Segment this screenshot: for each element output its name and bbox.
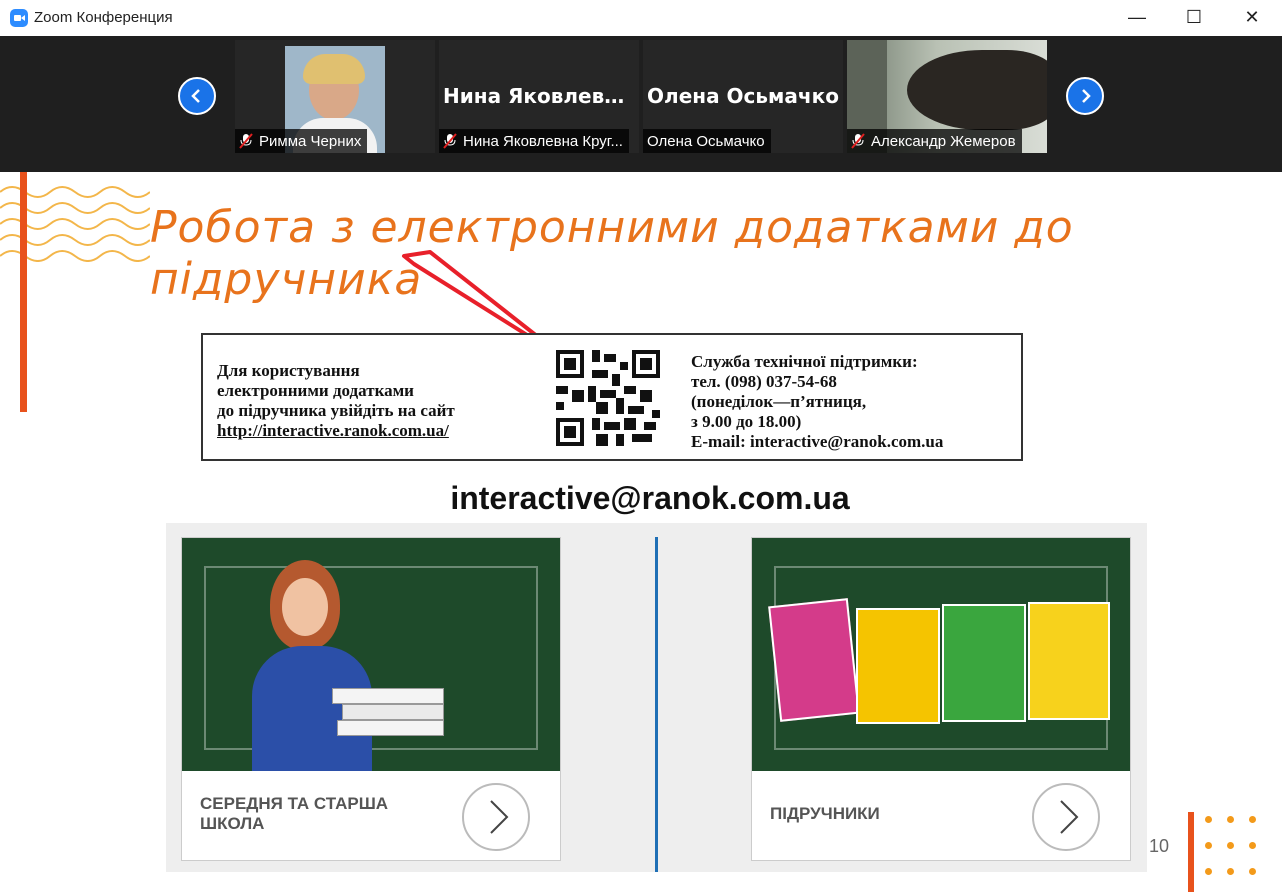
slide-headline: Робота з електронними додатками до підру… (150, 202, 1074, 305)
participant-name-label: Нина Яковлевна Круг... (439, 129, 629, 153)
book-cover (942, 604, 1026, 722)
participant-tile[interactable]: Александр Жемеров (847, 40, 1047, 153)
student-photo (182, 538, 560, 771)
book-cover (856, 608, 940, 724)
participant-name-label: Олена Осьмачко (643, 129, 771, 153)
chevron-right-icon (1060, 800, 1079, 834)
contact-email: interactive@ranok.com.ua (450, 480, 850, 516)
school-card[interactable]: СЕРЕДНЯ ТА СТАРША ШКОЛА (181, 537, 561, 861)
window-title: Zoom Конференция (34, 9, 173, 26)
site-link[interactable]: http://interactive.ranok.com.ua/ (217, 421, 455, 441)
muted-mic-icon (239, 133, 253, 149)
book-cover (1028, 602, 1110, 720)
muted-mic-icon (851, 133, 865, 149)
previous-page-button[interactable] (178, 77, 216, 115)
close-button[interactable]: ✕ (1223, 0, 1281, 34)
participant-display-name: Олена Осьмачко (647, 84, 839, 108)
school-card-label: СЕРЕДНЯ ТА СТАРША ШКОЛА (200, 794, 389, 833)
textbooks-card[interactable]: ПІДРУЧНИКИ (751, 537, 1131, 861)
next-page-button[interactable] (1066, 77, 1104, 115)
site-instructions: Для користування електронними додатками … (217, 361, 455, 441)
textbooks-card-label: ПІДРУЧНИКИ (770, 804, 880, 823)
participant-display-name: Нина Яковлевн... (443, 84, 639, 108)
participant-tile[interactable]: Нина Яковлевн... Нина Яковлевна Круг... (439, 40, 639, 153)
orange-accent-bar (1188, 812, 1194, 892)
participant-tile[interactable]: Олена Осьмачко Олена Осьмачко (643, 40, 843, 153)
chevron-left-icon (191, 89, 200, 103)
chevron-right-icon (490, 800, 509, 834)
participant-name-label: Римма Черних (235, 129, 368, 153)
window-titlebar: Zoom Конференция — ☐ ✕ (0, 0, 1282, 36)
qr-code-icon (556, 350, 660, 446)
textbooks-card-arrow-button[interactable] (1032, 783, 1100, 851)
participant-tile[interactable]: Римма Черних (235, 40, 435, 153)
participant-name-label: Александр Жемеров (847, 129, 1022, 153)
textbooks-photo (752, 538, 1130, 771)
orange-accent-bar (20, 172, 27, 412)
chevron-right-icon (1082, 89, 1091, 103)
minimize-button[interactable]: — (1108, 0, 1166, 34)
book-cover (768, 598, 860, 722)
zoom-app-icon (10, 9, 28, 27)
maximize-button[interactable]: ☐ (1165, 0, 1223, 34)
tech-support-info: Служба технічної підтримки: тел. (098) 0… (691, 352, 944, 451)
shared-screen-slide: Робота з електронними додатками до підру… (0, 172, 1282, 892)
school-card-arrow-button[interactable] (462, 783, 530, 851)
support-info-box: Для користування електронними додатками … (201, 333, 1023, 461)
slide-page-number: 10 (1149, 836, 1170, 856)
muted-mic-icon (443, 133, 457, 149)
resource-panel: СЕРЕДНЯ ТА СТАРША ШКОЛА ПІДРУЧНИКИ (166, 523, 1147, 872)
panel-divider (655, 537, 658, 872)
